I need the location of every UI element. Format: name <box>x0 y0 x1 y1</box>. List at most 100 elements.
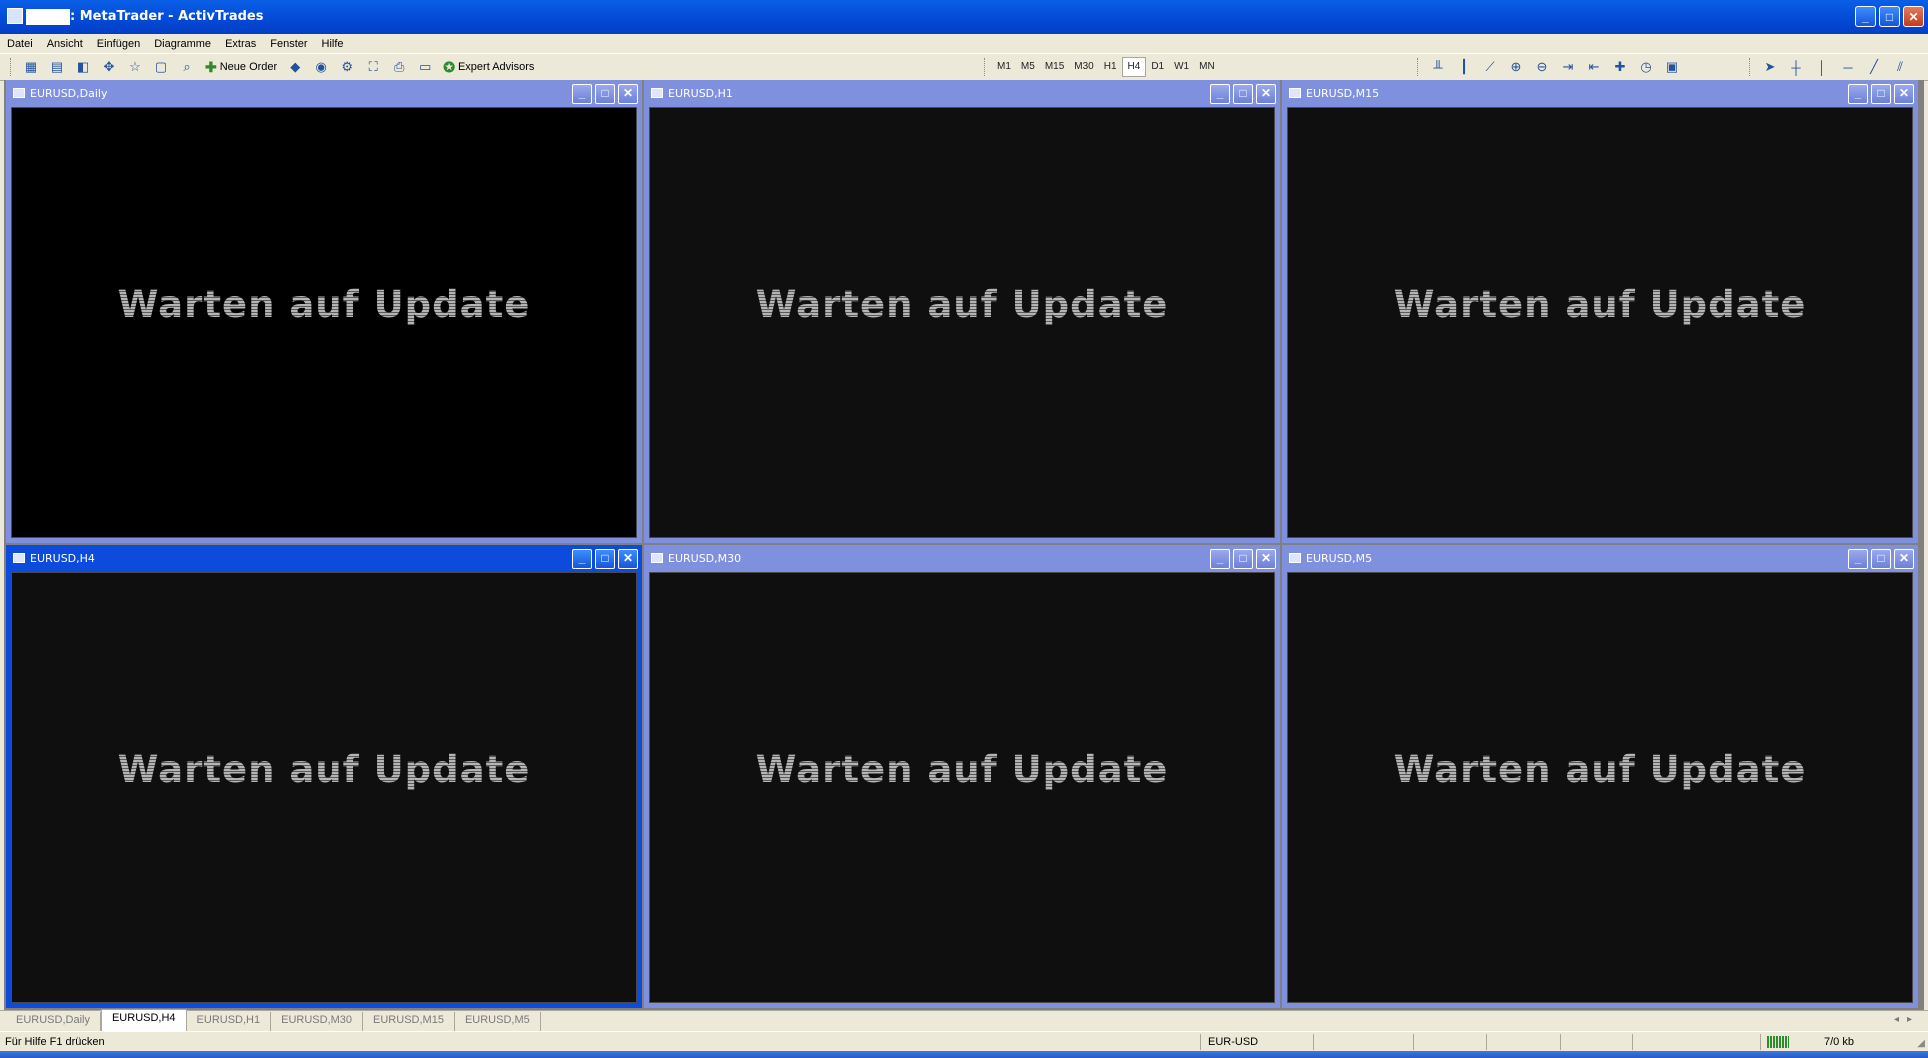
tab-eurusd-m5[interactable]: EURUSD,M5 <box>455 1012 541 1031</box>
tab-eurusd-m15[interactable]: EURUSD,M15 <box>363 1012 455 1031</box>
chart-window-titlebar[interactable]: EURUSD,M30 _ □ ✕ <box>646 547 1278 571</box>
chart-canvas[interactable]: Warten auf Update <box>11 572 637 1003</box>
chart-close-button[interactable]: ✕ <box>1256 84 1276 104</box>
toolbar-grip[interactable] <box>10 58 14 76</box>
options-icon[interactable]: ⚙ <box>336 57 358 77</box>
connection-status-icon[interactable] <box>1767 1036 1789 1048</box>
chart-window-icon[interactable] <box>651 88 663 98</box>
maximize-button[interactable]: □ <box>1879 6 1900 27</box>
chart-window-eurusd-h4[interactable]: EURUSD,H4 _ □ ✕ Warten auf Update <box>6 545 642 1008</box>
tab-eurusd-h4[interactable]: EURUSD,H4 <box>100 1009 187 1031</box>
timeframe-mn[interactable]: MN <box>1194 58 1220 76</box>
new-order-button[interactable]: ✚ Neue Order <box>202 57 280 77</box>
chart-canvas[interactable]: Warten auf Update <box>1287 572 1913 1003</box>
chart-window-titlebar[interactable]: EURUSD,Daily _ □ ✕ <box>8 82 640 106</box>
chart-minimize-button[interactable]: _ <box>1848 549 1868 569</box>
chart-window-icon[interactable] <box>1289 553 1301 563</box>
chart-minimize-button[interactable]: _ <box>1848 84 1868 104</box>
chart-close-button[interactable]: ✕ <box>618 549 638 569</box>
minimize-button[interactable]: _ <box>1855 6 1876 27</box>
chart-window-titlebar[interactable]: EURUSD,M5 _ □ ✕ <box>1284 547 1916 571</box>
tester-icon[interactable]: ⌕ <box>176 57 198 77</box>
chart-canvas[interactable]: Warten auf Update <box>1287 107 1913 538</box>
chart-minimize-button[interactable]: _ <box>1210 84 1230 104</box>
profiles-icon[interactable]: ▤ <box>46 57 68 77</box>
resize-grip-icon[interactable]: ◢ <box>1917 1038 1925 1049</box>
toolbar-grip[interactable] <box>1749 58 1753 76</box>
auto-scroll-icon[interactable]: ⇥ <box>1557 57 1579 77</box>
chart-maximize-button[interactable]: □ <box>1871 549 1891 569</box>
line-chart-icon[interactable]: ⟋ <box>1479 57 1501 77</box>
chart-window-icon[interactable] <box>13 553 25 563</box>
channel-icon[interactable]: ⫽ <box>1889 57 1911 77</box>
chart-window-eurusd-m30[interactable]: EURUSD,M30 _ □ ✕ Warten auf Update <box>644 545 1280 1008</box>
chart-window-icon[interactable] <box>13 88 25 98</box>
app-icon[interactable] <box>7 8 23 24</box>
menu-ansicht[interactable]: Ansicht <box>40 38 90 50</box>
chart-canvas[interactable]: Warten auf Update <box>649 107 1275 538</box>
timeframe-w1[interactable]: W1 <box>1169 58 1194 76</box>
toolbar-grip[interactable] <box>984 58 988 76</box>
timeframe-d1[interactable]: D1 <box>1146 58 1169 76</box>
terminal-icon[interactable]: ▢ <box>150 57 172 77</box>
menu-diagramme[interactable]: Diagramme <box>147 38 218 50</box>
chart-shift-icon[interactable]: ⇤ <box>1583 57 1605 77</box>
vertical-line-icon[interactable]: │ <box>1811 57 1833 77</box>
chart-minimize-button[interactable]: _ <box>1210 549 1230 569</box>
signals-icon[interactable]: ◉ <box>310 57 332 77</box>
timeframe-m5[interactable]: M5 <box>1016 58 1040 76</box>
favorites-icon[interactable]: ☆ <box>124 57 146 77</box>
expert-advisors-button[interactable]: ✪ Expert Advisors <box>440 57 537 77</box>
horizontal-line-icon[interactable]: ─ <box>1837 57 1859 77</box>
chart-window-icon[interactable] <box>651 553 663 563</box>
candlestick-icon[interactable]: ┃ <box>1453 57 1475 77</box>
zoom-in-icon[interactable]: ⊕ <box>1505 57 1527 77</box>
chart-window-eurusd-daily[interactable]: EURUSD,Daily _ □ ✕ Warten auf Update <box>6 80 642 543</box>
navigator-icon[interactable]: ✥ <box>98 57 120 77</box>
chart-window-titlebar[interactable]: EURUSD,H4 _ □ ✕ <box>8 547 640 571</box>
chart-window-eurusd-m15[interactable]: EURUSD,M15 _ □ ✕ Warten auf Update <box>1282 80 1918 543</box>
toolbar-grip[interactable] <box>1417 58 1421 76</box>
chart-close-button[interactable]: ✕ <box>1894 84 1914 104</box>
tab-scroll-arrows[interactable]: ◂▸ <box>1894 1014 1920 1025</box>
chart-maximize-button[interactable]: □ <box>1233 549 1253 569</box>
chart-canvas[interactable]: Warten auf Update <box>11 107 637 538</box>
fullscreen-icon[interactable]: ⛶ <box>362 57 384 77</box>
chart-window-titlebar[interactable]: EURUSD,M15 _ □ ✕ <box>1284 82 1916 106</box>
timeframe-m15[interactable]: M15 <box>1040 58 1069 76</box>
trendline-icon[interactable]: ╱ <box>1863 57 1885 77</box>
chart-close-button[interactable]: ✕ <box>618 84 638 104</box>
metaeditor-icon[interactable]: ◆ <box>284 57 306 77</box>
menu-datei[interactable]: Datei <box>0 38 40 50</box>
menu-hilfe[interactable]: Hilfe <box>315 38 351 50</box>
chart-minimize-button[interactable]: _ <box>572 549 592 569</box>
chart-close-button[interactable]: ✕ <box>1894 549 1914 569</box>
print-preview-icon[interactable]: ▭ <box>414 57 436 77</box>
close-button[interactable]: ✕ <box>1903 6 1924 27</box>
bar-chart-icon[interactable]: ╨ <box>1427 57 1449 77</box>
zoom-out-icon[interactable]: ⊖ <box>1531 57 1553 77</box>
chart-window-eurusd-m5[interactable]: EURUSD,M5 _ □ ✕ Warten auf Update <box>1282 545 1918 1008</box>
cursor-icon[interactable]: ➤ <box>1759 57 1781 77</box>
timeframe-h1[interactable]: H1 <box>1099 58 1122 76</box>
periods-icon[interactable]: ◷ <box>1635 57 1657 77</box>
new-chart-icon[interactable]: ▦ <box>20 57 42 77</box>
timeframe-h4[interactable]: H4 <box>1121 57 1147 77</box>
chart-window-icon[interactable] <box>1289 88 1301 98</box>
menu-fenster[interactable]: Fenster <box>263 38 314 50</box>
print-icon[interactable]: ⎙ <box>388 57 410 77</box>
chart-window-eurusd-h1[interactable]: EURUSD,H1 _ □ ✕ Warten auf Update <box>644 80 1280 543</box>
chart-maximize-button[interactable]: □ <box>1233 84 1253 104</box>
crosshair-icon[interactable]: ┼ <box>1785 57 1807 77</box>
chart-canvas[interactable]: Warten auf Update <box>649 572 1275 1003</box>
chart-maximize-button[interactable]: □ <box>595 549 615 569</box>
timeframe-m30[interactable]: M30 <box>1069 58 1098 76</box>
indicators-icon[interactable]: ✚ <box>1609 57 1631 77</box>
menu-extras[interactable]: Extras <box>218 38 263 50</box>
timeframe-m1[interactable]: M1 <box>992 58 1016 76</box>
tab-eurusd-h1[interactable]: EURUSD,H1 <box>187 1012 272 1031</box>
market-watch-icon[interactable]: ◧ <box>72 57 94 77</box>
chart-maximize-button[interactable]: □ <box>595 84 615 104</box>
tab-eurusd-daily[interactable]: EURUSD,Daily <box>6 1012 101 1031</box>
chart-close-button[interactable]: ✕ <box>1256 549 1276 569</box>
